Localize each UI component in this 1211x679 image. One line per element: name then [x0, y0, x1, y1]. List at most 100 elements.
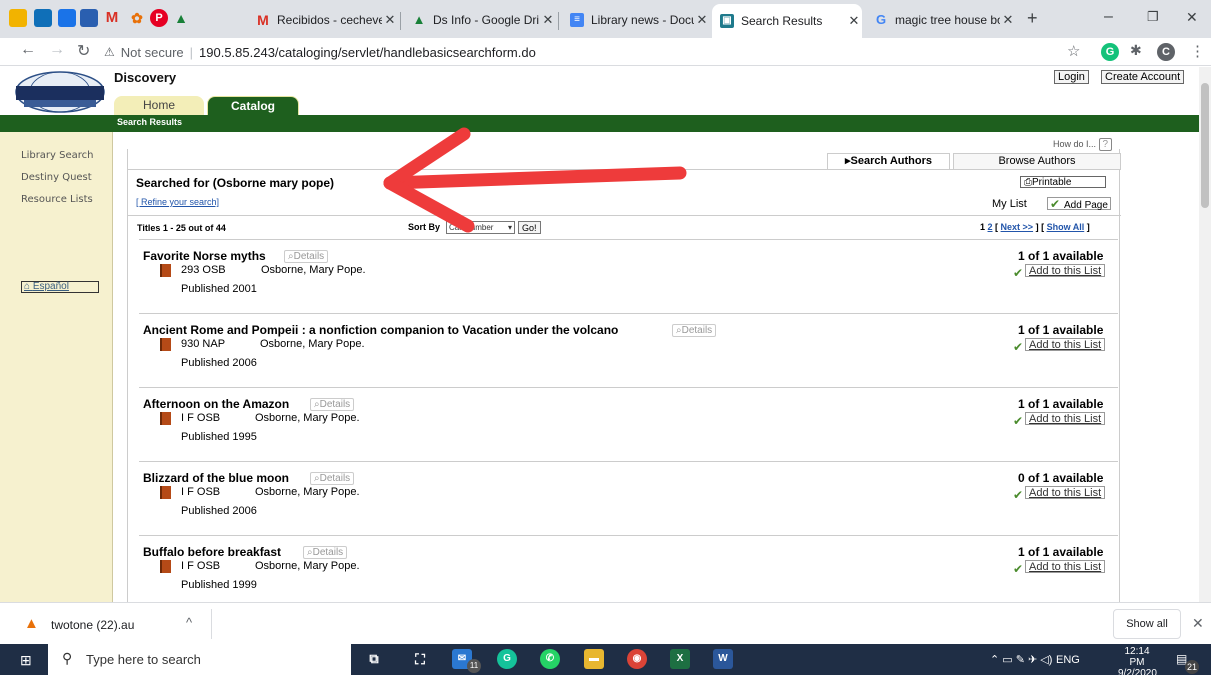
- sidebar-item-destiny-quest[interactable]: Destiny Quest: [21, 172, 92, 183]
- pinned-tab-pinterest-icon[interactable]: P: [150, 9, 168, 27]
- sidebar-item-resource-lists[interactable]: Resource Lists: [21, 194, 93, 205]
- file-explorer-icon[interactable]: ▬: [584, 649, 604, 669]
- tab-drive[interactable]: ▲ Ds Info - Google Dri ✕: [404, 6, 556, 34]
- page-1: 1: [980, 222, 986, 232]
- browser-tab-strip: M ✿ P ▲ M Recibidos - cecheve ✕ ▲ Ds Inf…: [0, 0, 1211, 38]
- profile-avatar[interactable]: C: [1157, 43, 1175, 61]
- result-title[interactable]: Afternoon on the Amazon: [143, 397, 289, 411]
- reload-icon[interactable]: ↻: [77, 41, 90, 61]
- close-download-bar-icon[interactable]: ✕: [1192, 615, 1204, 632]
- close-window-button[interactable]: ✕: [1186, 9, 1198, 26]
- add-to-list-button[interactable]: Add to this List: [1025, 486, 1106, 499]
- chevron-up-icon[interactable]: ^: [186, 615, 192, 630]
- chrome-icon[interactable]: ◉: [627, 649, 647, 669]
- not-secure-label: Not secure: [120, 44, 184, 60]
- tab-search-results[interactable]: ▣ Search Results ✕: [712, 4, 862, 38]
- how-do-i-link[interactable]: How do I... ?: [1053, 138, 1113, 151]
- add-to-list-button[interactable]: Add to this List: [1025, 560, 1106, 573]
- details-button[interactable]: ⌕Details: [303, 546, 348, 559]
- browse-authors-tab[interactable]: Browse Authors: [953, 153, 1121, 169]
- tab-gmail[interactable]: M Recibidos - cecheve ✕: [248, 6, 398, 34]
- sidebar-item-library-search[interactable]: Library Search: [21, 150, 94, 161]
- minimize-button[interactable]: –: [1104, 8, 1113, 26]
- add-to-list-button[interactable]: Add to this List: [1025, 264, 1106, 277]
- pinned-tab-3[interactable]: [58, 9, 76, 27]
- task-view-icon[interactable]: ⧉: [364, 649, 384, 669]
- tab-google[interactable]: G magic tree house bo ✕: [866, 6, 1016, 34]
- close-tab-icon[interactable]: ✕: [540, 12, 556, 28]
- pinned-tab-photos-icon[interactable]: ✿: [128, 9, 146, 27]
- show-all-link[interactable]: Show All: [1047, 222, 1085, 232]
- add-page-button[interactable]: ✔ Add Page: [1047, 197, 1111, 211]
- pinned-tab-1[interactable]: [9, 9, 27, 27]
- call-number: I F OSB: [181, 560, 221, 572]
- search-placeholder: Type here to search: [86, 652, 201, 667]
- back-arrow-icon[interactable]: ←: [20, 41, 36, 59]
- restore-button[interactable]: ❐: [1147, 9, 1159, 25]
- availability: 1 of 1 available: [1018, 323, 1104, 337]
- details-button[interactable]: ⌕Details: [310, 472, 355, 485]
- refine-search-link[interactable]: [ Refine your search]: [136, 197, 219, 207]
- details-label: Details: [681, 325, 713, 336]
- next-page-link[interactable]: Next >>: [1001, 222, 1034, 232]
- details-button[interactable]: ⌕Details: [310, 398, 355, 411]
- login-button[interactable]: Login: [1054, 70, 1089, 84]
- excel-icon[interactable]: X: [670, 649, 690, 669]
- close-tab-icon[interactable]: ✕: [846, 13, 862, 29]
- details-button[interactable]: ⌕Details: [284, 250, 329, 263]
- url-text: 190.5.85.243/cataloging/servlet/handleba…: [199, 44, 536, 60]
- url-field[interactable]: ⚠ Not secure | 190.5.85.243/cataloging/s…: [104, 41, 1094, 63]
- pinned-tab-gmail-icon[interactable]: M: [103, 9, 121, 27]
- download-file-name[interactable]: twotone (22).au: [51, 618, 134, 632]
- espanol-button[interactable]: ⌂ Español: [21, 281, 99, 293]
- grammarly-extension-icon[interactable]: G: [1101, 43, 1119, 61]
- notification-count: 21: [1185, 660, 1199, 674]
- pinned-tab-drive-icon[interactable]: ▲: [172, 9, 190, 27]
- result-title[interactable]: Buffalo before breakfast: [143, 545, 281, 559]
- tab-home[interactable]: Home: [114, 96, 204, 115]
- result-title[interactable]: Ancient Rome and Pompeii : a nonfiction …: [143, 323, 618, 337]
- search-authors-tab[interactable]: ▸Search Authors: [827, 153, 950, 169]
- pinned-tab-2[interactable]: [34, 9, 52, 27]
- author: Osborne, Mary Pope.: [255, 486, 360, 498]
- grammarly-icon[interactable]: G: [497, 649, 517, 669]
- result-title[interactable]: Favorite Norse myths: [143, 249, 266, 263]
- mail-badge: 11: [467, 659, 481, 673]
- extensions-puzzle-icon[interactable]: ✱: [1130, 42, 1142, 59]
- details-button[interactable]: ⌕Details: [672, 324, 717, 337]
- result-title[interactable]: Blizzard of the blue moon: [143, 471, 289, 485]
- scrollbar-thumb[interactable]: [1201, 83, 1209, 208]
- add-to-list-button[interactable]: Add to this List: [1025, 412, 1106, 425]
- close-tab-icon[interactable]: ✕: [1000, 12, 1016, 28]
- availability: 1 of 1 available: [1018, 249, 1104, 263]
- system-tray-icons[interactable]: ⌃ ▭ ✎ ✈ ◁): [990, 653, 1052, 666]
- destiny-icon: ▣: [720, 14, 734, 28]
- page-scrollbar[interactable]: [1199, 67, 1211, 602]
- pinned-tab-4[interactable]: [80, 9, 98, 27]
- bookmark-star-icon[interactable]: ☆: [1067, 42, 1080, 60]
- tab-docs[interactable]: ≡ Library news - Docu ✕: [562, 6, 710, 34]
- close-tab-icon[interactable]: ✕: [382, 12, 398, 28]
- page-2-link[interactable]: 2: [988, 222, 993, 232]
- show-all-downloads-button[interactable]: Show all: [1113, 609, 1181, 639]
- check-icon: ✔: [1050, 197, 1061, 211]
- taskbar-search-box[interactable]: ⚲ Type here to search: [48, 644, 351, 675]
- titles-count: Titles 1 - 25 out of 44: [137, 223, 226, 233]
- forward-arrow-icon[interactable]: →: [49, 41, 65, 59]
- call-number: I F OSB: [181, 412, 221, 424]
- windows-start-icon[interactable]: ⊞: [20, 652, 32, 669]
- create-account-button[interactable]: Create Account: [1101, 70, 1185, 84]
- clock[interactable]: 12:14 PM 9/2/2020: [1118, 646, 1157, 679]
- tab-catalog[interactable]: Catalog: [207, 96, 299, 115]
- language-indicator[interactable]: ENG: [1056, 654, 1080, 666]
- close-tab-icon[interactable]: ✕: [694, 12, 710, 28]
- whatsapp-icon[interactable]: ✆: [540, 649, 560, 669]
- word-icon[interactable]: W: [713, 649, 733, 669]
- help-button[interactable]: ?: [1098, 138, 1113, 151]
- browser-menu-icon[interactable]: ⋮: [1190, 42, 1205, 60]
- new-tab-button[interactable]: +: [1027, 8, 1038, 29]
- availability: 1 of 1 available: [1018, 545, 1104, 559]
- add-to-list-button[interactable]: Add to this List: [1025, 338, 1106, 351]
- printable-button[interactable]: ⎙Printable: [1020, 176, 1106, 188]
- store-icon[interactable]: ⛶: [410, 649, 430, 669]
